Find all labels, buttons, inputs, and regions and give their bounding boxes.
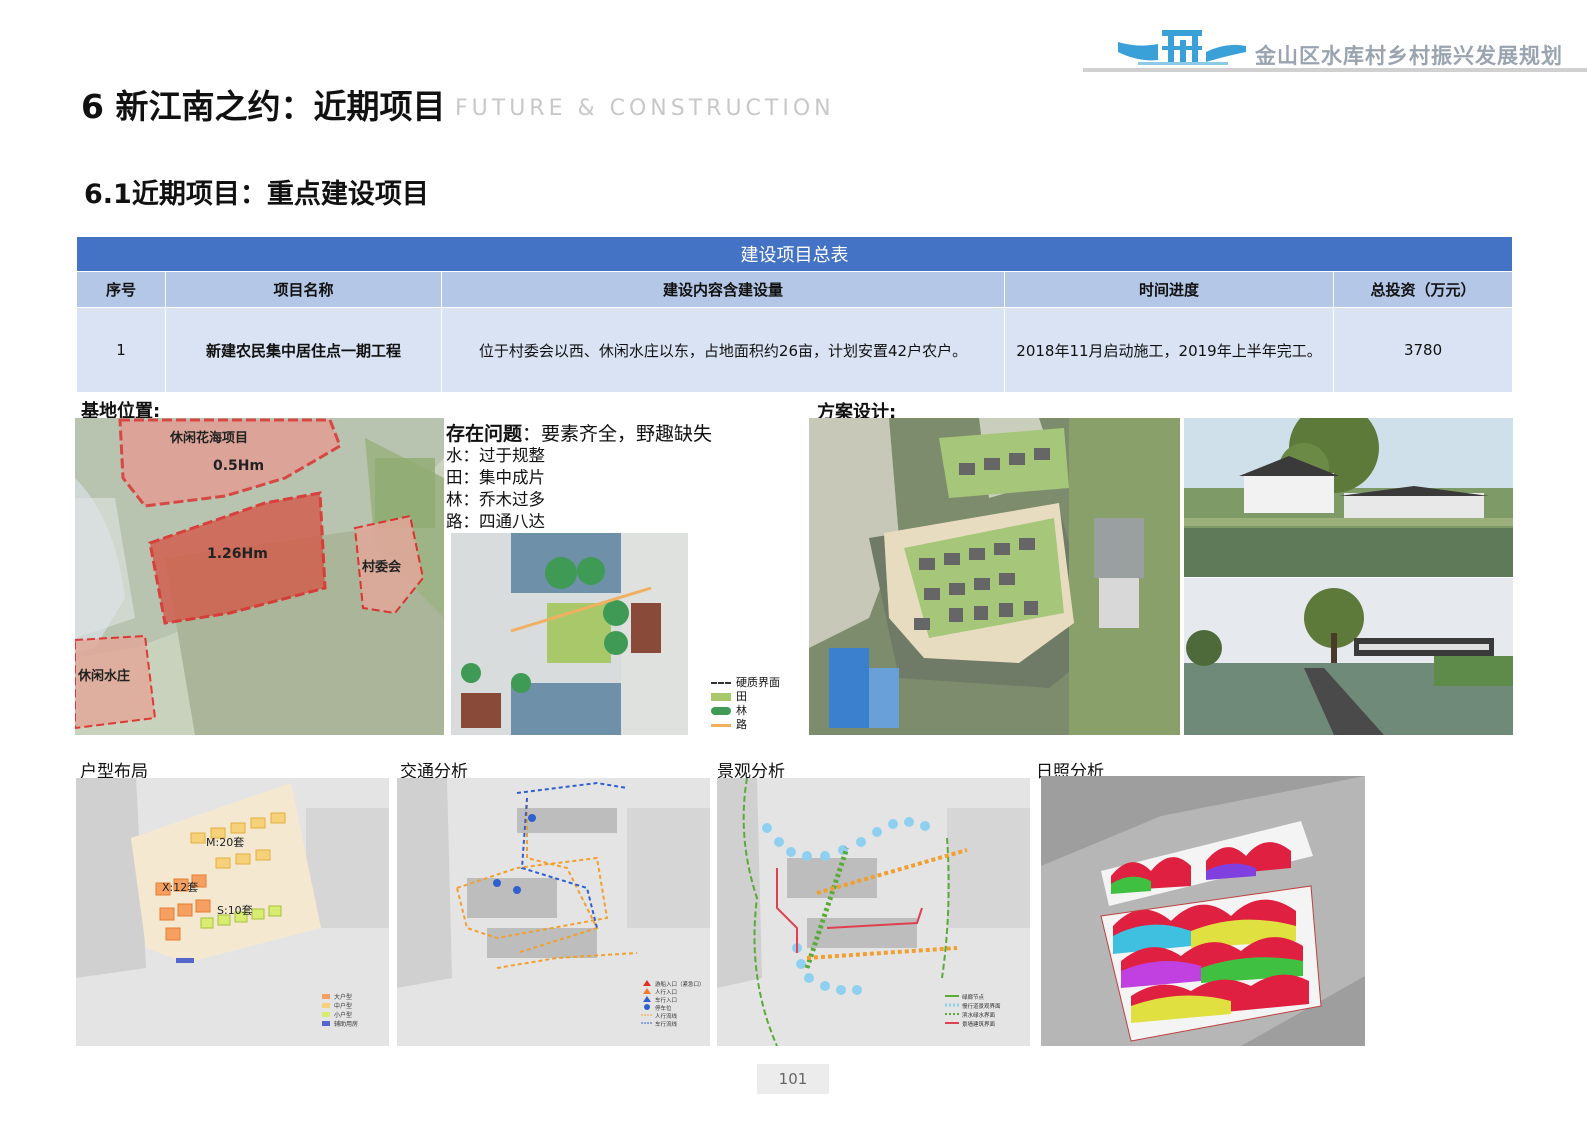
traffic-legend-item: 车行流线 [655,1020,678,1028]
legend-item-road: 路 [711,718,780,732]
project-table: 建设项目总表 序号 项目名称 建设内容含建设量 时间进度 总投资（万元） 1 新… [75,236,1514,393]
layout-analysis-map: M:20套 X:12套 S:10套 大户型 中户型 小户型 辅助用房 [76,778,389,1046]
traffic-analysis-map: 游船入口（紧急口） 人行入口 车行入口 停车位 人行流线 车行流线 [397,778,710,1046]
table-header-cell: 总投资（万元） [1332,271,1514,308]
page-title: 6 新江南之约：近期项目 [81,87,446,126]
landscape-legend-item: 滨水绿水界面 [962,1011,996,1019]
header-divider [1083,68,1587,72]
brand-logo [1118,22,1246,68]
page-number: 101 [757,1064,829,1094]
layout-label-x: X:12套 [162,881,198,894]
site-map: 休闲花海项目 0.5Hm 1.26Hm 村委会 休闲水庄 [75,418,444,735]
table-cell: 3780 [1332,307,1514,393]
legend-item-field: 田 [711,690,780,704]
brand-title: 金山区水库村乡村振兴发展规划 [1255,44,1563,68]
landscape-legend-item: 绿廊节点 [962,993,985,1001]
layout-legend-item: 中户型 [334,1002,352,1010]
table-header-cell: 时间进度 [1004,271,1334,308]
layout-legend-item: 大户型 [334,993,352,1001]
table-cell: 位于村委会以西、休闲水庄以东，占地面积约26亩，计划安置42户农户。 [441,307,1005,393]
layout-label-m: M:20套 [206,836,244,849]
problem-item: 路：四通八达 [446,512,545,531]
table-header-cell: 序号 [76,271,166,308]
sun-analysis-map [1041,776,1365,1046]
problem-item: 水：过于规整 [446,446,545,465]
traffic-legend-item: 游船入口（紧急口） [655,980,705,988]
map-label-area-a: 0.5Hm [213,458,264,474]
problem-legend: 硬质界面 田 林 路 [711,676,780,732]
section-title: 6.1近期项目：重点建设项目 [84,179,429,210]
traffic-legend-item: 停车位 [655,1004,672,1012]
layout-label-s: S:10套 [217,904,253,917]
landscape-analysis-map: 绿廊节点 慢行道景观界面 滨水绿水界面 景墙建筑界面 [717,778,1030,1046]
map-label-flower-sea: 休闲花海项目 [169,430,248,446]
table-header-cell: 项目名称 [165,271,442,308]
problem-item: 田：集中成片 [446,468,545,487]
traffic-legend-item: 人行入口 [655,988,677,996]
problems-title-bold: 存在问题 [446,423,523,445]
problems-title-rest: ：要素齐全，野趣缺失 [522,423,713,445]
table-cell: 新建农民集中居住点一期工程 [165,307,442,393]
traffic-legend-item: 车行入口 [655,996,677,1004]
table-header-cell: 建设内容含建设量 [441,271,1005,308]
legend-item-hard: 硬质界面 [711,676,780,690]
landscape-legend-item: 景墙建筑界面 [962,1020,996,1028]
table-cell: 2018年11月启动施工，2019年上半年完工。 [1004,307,1334,393]
problem-diagram [451,533,688,735]
map-label-water-resort: 休闲水庄 [77,668,130,684]
legend-item-forest: 林 [711,704,780,718]
map-label-area-b: 1.26Hm [207,546,268,562]
table-row: 1 新建农民集中居住点一期工程 位于村委会以西、休闲水庄以东，占地面积约26亩，… [76,307,1514,393]
layout-legend-item: 小户型 [334,1011,352,1019]
design-render-bottom [1184,578,1513,735]
problems-title: 存在问题：要素齐全，野趣缺失 [446,423,712,445]
map-label-village-committee: 村委会 [362,559,402,575]
problem-item: 林：乔木过多 [446,490,545,509]
table-caption: 建设项目总表 [75,236,1514,272]
table-cell: 1 [76,307,166,393]
design-site-plan [809,418,1180,735]
landscape-legend-item: 慢行道景观界面 [962,1002,1001,1010]
table-header-row: 序号 项目名称 建设内容含建设量 时间进度 总投资（万元） [76,271,1514,308]
page-subtitle: FUTURE & CONSTRUCTION [455,96,835,121]
design-render-top [1184,418,1513,577]
layout-legend-item: 辅助用房 [334,1020,358,1028]
problems-block: 存在问题：要素齐全，野趣缺失 水：过于规整 田：集中成片 林：乔木过多 路：四通… [446,423,712,533]
traffic-legend-item: 人行流线 [655,1012,678,1020]
